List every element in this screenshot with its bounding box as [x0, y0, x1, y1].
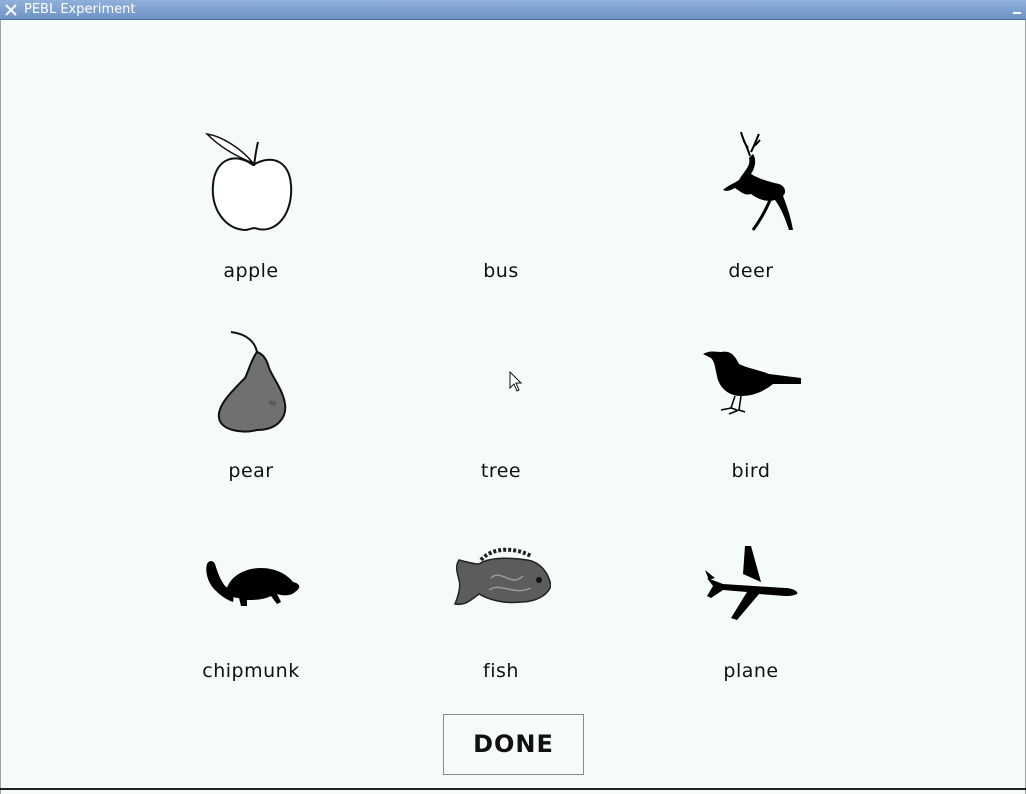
- grid-item-pear[interactable]: pear: [161, 330, 341, 500]
- grid-item-deer[interactable]: deer: [661, 130, 841, 300]
- deer-icon: [723, 131, 793, 231]
- fish-icon: [453, 547, 551, 606]
- pear-icon: [217, 331, 287, 433]
- done-button[interactable]: DONE: [443, 714, 584, 775]
- grid-item-fish[interactable]: fish: [411, 530, 591, 700]
- item-label: tree: [480, 460, 522, 482]
- window-title: PEBL Experiment: [24, 2, 136, 17]
- grid-item-apple[interactable]: apple: [161, 130, 341, 300]
- item-label: plane: [723, 660, 779, 682]
- grid-item-plane[interactable]: plane: [661, 530, 841, 700]
- item-label: apple: [223, 260, 279, 282]
- plane-icon: [705, 546, 798, 620]
- item-label: chipmunk: [202, 660, 300, 682]
- grid-item-tree[interactable]: tree: [411, 330, 591, 500]
- item-label: bus: [483, 260, 519, 282]
- window-bottom-edge: [0, 788, 1026, 790]
- grid-item-bus[interactable]: bus: [411, 130, 591, 300]
- apple-icon: [204, 132, 293, 232]
- bird-icon: [703, 351, 801, 415]
- grid-item-chipmunk[interactable]: chipmunk: [161, 530, 341, 700]
- chipmunk-icon: [206, 561, 300, 606]
- grid-item-bird[interactable]: bird: [661, 330, 841, 500]
- item-label: deer: [728, 260, 774, 282]
- mouse-cursor-icon: [509, 371, 523, 392]
- close-icon[interactable]: [4, 3, 18, 17]
- item-label: fish: [483, 660, 519, 682]
- minimize-icon[interactable]: [1013, 12, 1021, 14]
- window-titlebar[interactable]: PEBL Experiment: [0, 0, 1026, 20]
- item-label: pear: [228, 460, 274, 482]
- item-label: bird: [731, 460, 771, 482]
